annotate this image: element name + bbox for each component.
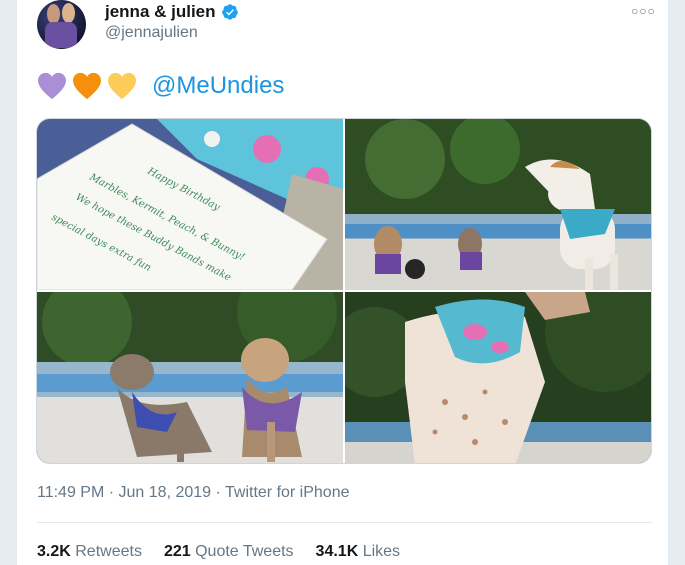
meta-separator: · [108,484,115,501]
divider [37,522,652,523]
verified-badge-icon [221,4,238,20]
author-name-row[interactable]: jenna & julien [105,2,239,22]
likes-count: 34.1K [315,543,359,560]
mention-link[interactable]: @MeUndies [152,72,284,100]
orange-heart-icon [73,72,101,100]
tweet-stats: 3.2K Retweets 221 Quote Tweets 34.1K Lik… [37,543,400,561]
photo-greyhound-closeup[interactable] [345,292,651,463]
yellow-heart-icon [108,72,136,100]
photo-two-greyhounds[interactable] [37,292,343,463]
avatar[interactable] [37,0,86,49]
more-options-icon[interactable]: ○○○ [631,4,656,18]
handle[interactable]: @jennajulien [105,24,198,42]
purple-heart-icon [38,72,66,100]
tweet-text: @MeUndies [37,72,284,100]
tweet-time[interactable]: 11:49 PM [37,484,104,501]
retweets-label: Retweets [75,543,142,560]
tweet-timestamp[interactable]: 11:49 PM · Jun 18, 2019 · Twitter for iP… [37,484,350,502]
likes-stat[interactable]: 34.1K Likes [316,543,401,561]
quotes-count: 221 [163,543,191,560]
tweet-date[interactable]: Jun 18, 2019 [119,484,212,501]
quotes-label: Quote Tweets [195,543,294,560]
retweets-stat[interactable]: 3.2K Retweets [37,543,142,561]
tweet-source[interactable]: Twitter for iPhone [225,484,350,501]
retweets-count: 3.2K [37,543,71,560]
likes-label: Likes [362,543,401,560]
photo-birthday-card[interactable]: Happy Birthday Marbles, Kermit, Peach, &… [37,119,343,290]
tweet-card: jenna & julien @jennajulien ○○○ @MeUndie… [16,0,669,565]
meta-separator: · [215,484,221,501]
quotes-stat[interactable]: 221 Quote Tweets [164,543,294,561]
media-grid: Happy Birthday Marbles, Kermit, Peach, &… [36,118,652,464]
display-name[interactable]: jenna & julien [105,2,216,22]
photo-greyhound-pool[interactable] [345,119,651,290]
